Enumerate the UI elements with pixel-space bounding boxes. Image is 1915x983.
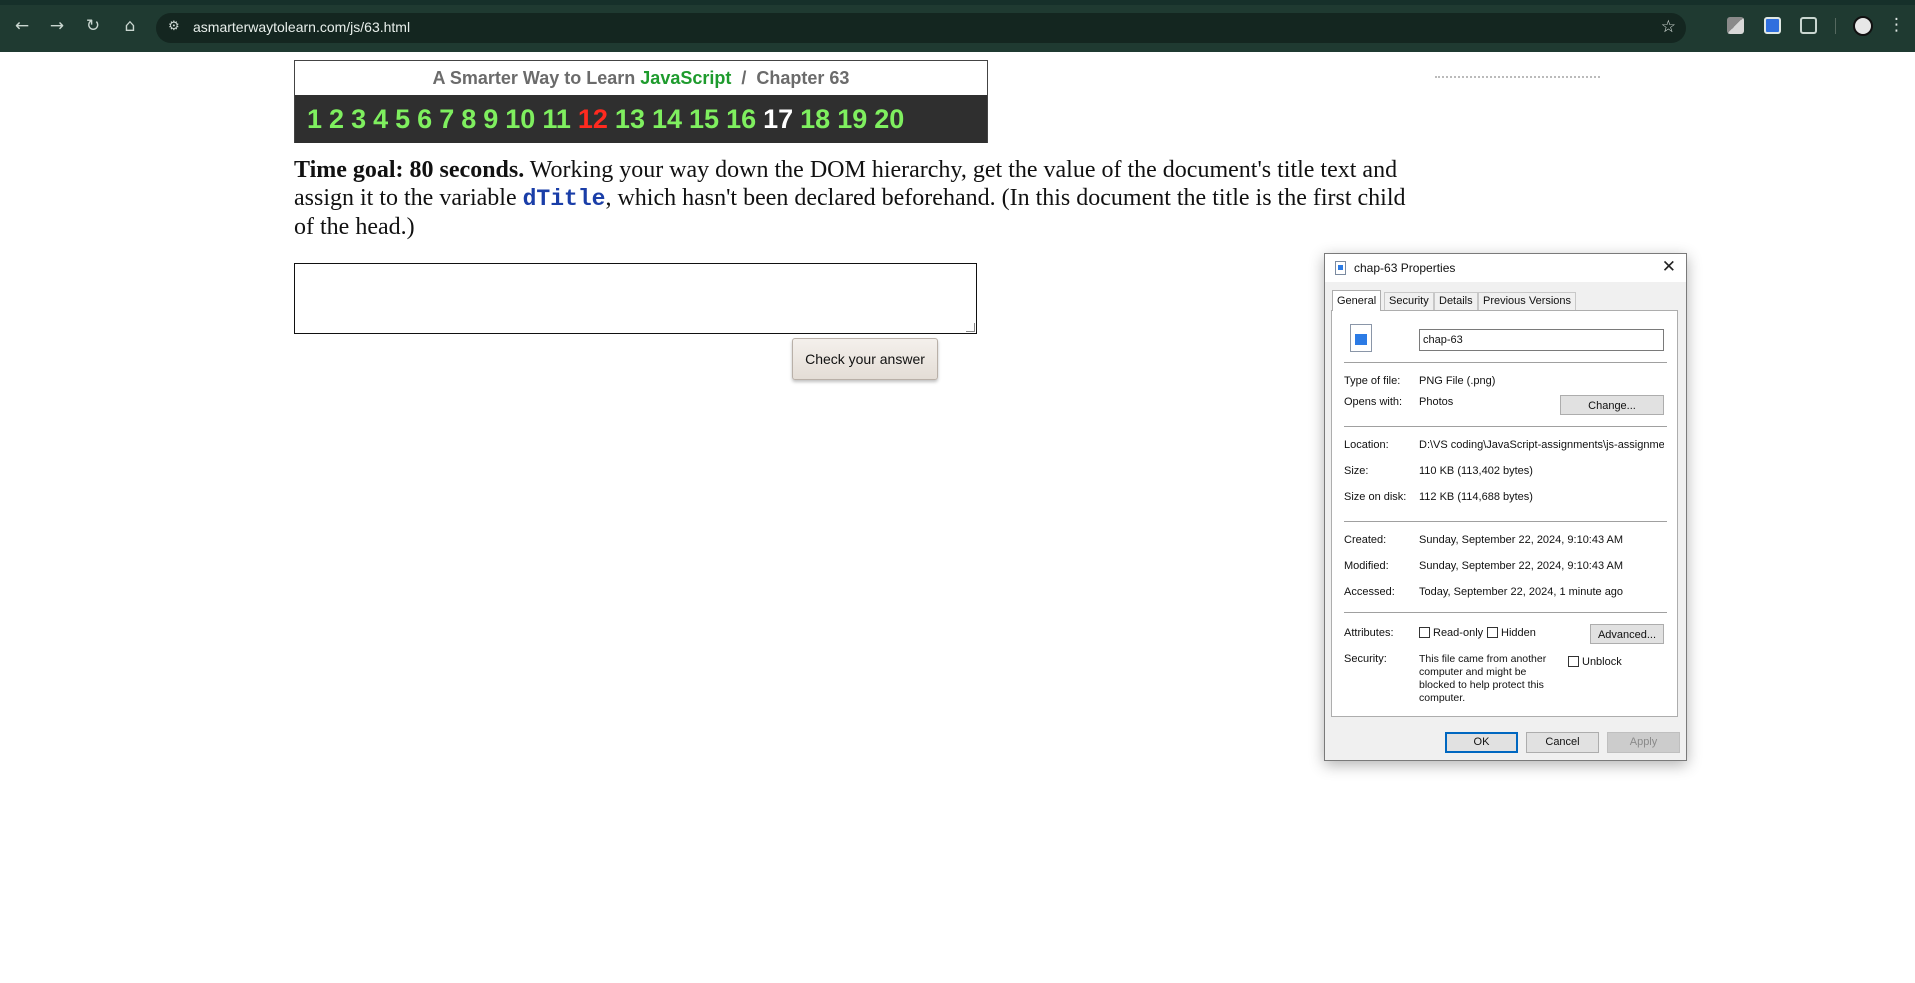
exercise-link[interactable]: 14	[652, 95, 682, 143]
back-icon[interactable]: ←	[12, 16, 32, 36]
tab-general[interactable]: General	[1332, 290, 1382, 311]
reload-icon[interactable]: ↻	[83, 16, 103, 36]
exercise-link[interactable]: 9	[483, 95, 498, 143]
chapter-label: Chapter 63	[756, 68, 850, 88]
security-label: Security:	[1344, 653, 1387, 665]
exercise-link[interactable]: 16	[726, 95, 756, 143]
hidden-label: Hidden	[1501, 627, 1536, 639]
exercise-link[interactable]: 12	[578, 95, 608, 143]
forward-icon[interactable]: →	[47, 16, 67, 36]
home-icon[interactable]: ⌂	[120, 16, 140, 36]
type-value: PNG File (.png)	[1419, 375, 1496, 387]
title-brand[interactable]: JavaScript	[640, 68, 731, 88]
exercise-link[interactable]: 11	[542, 95, 571, 143]
checkbox-icon[interactable]	[1568, 656, 1579, 667]
opens-with-label: Opens with:	[1344, 396, 1403, 408]
tab-strip	[0, 0, 1915, 5]
cancel-button[interactable]: Cancel	[1526, 732, 1599, 753]
bookmark-star-icon[interactable]: ☆	[1661, 17, 1676, 37]
url-text[interactable]: asmarterwaytolearn.com/js/63.html	[193, 19, 410, 35]
exercise-nav: 1 2 3 4 5 6 7 8 9 10 11 12 13 14 15 16 17 18 19 20	[295, 95, 987, 143]
chapter-header: A Smarter Way to Learn JavaScript / Chap…	[294, 60, 988, 143]
title-separator: /	[741, 68, 747, 88]
attributes-label: Attributes:	[1344, 627, 1394, 639]
modified-label: Modified:	[1344, 560, 1389, 572]
exercise-link[interactable]: 3	[351, 95, 366, 143]
exercise-link[interactable]: 13	[615, 95, 645, 143]
exercise-link[interactable]: 20	[874, 95, 904, 143]
properties-dialog: chap-63 Properties ✕ General Security De…	[1324, 253, 1687, 761]
exercise-link[interactable]: 15	[689, 95, 719, 143]
image-file-icon	[1350, 324, 1372, 352]
tab-details[interactable]: Details	[1434, 292, 1478, 310]
exercise-link[interactable]: 17	[763, 95, 793, 143]
exercise-link[interactable]: 1	[307, 95, 322, 143]
created-label: Created:	[1344, 534, 1387, 546]
readonly-checkbox[interactable]: Read-only	[1419, 627, 1483, 639]
exercise-link[interactable]: 10	[505, 95, 535, 143]
size-on-disk-label: Size on disk:	[1344, 491, 1407, 503]
location-label: Location:	[1344, 439, 1389, 451]
profile-avatar[interactable]	[1853, 16, 1873, 36]
dotted-rule	[1435, 76, 1600, 78]
exercise-link[interactable]: 2	[329, 95, 344, 143]
type-label: Type of file:	[1344, 375, 1401, 387]
divider	[1344, 426, 1667, 427]
apply-button[interactable]: Apply	[1607, 732, 1680, 753]
hidden-checkbox[interactable]: Hidden	[1487, 627, 1536, 639]
accessed-value: Today, September 22, 2024, 1 minute ago	[1419, 586, 1624, 598]
extension-icon[interactable]	[1727, 17, 1744, 34]
tab-security[interactable]: Security	[1384, 292, 1434, 310]
unblock-checkbox[interactable]: Unblock	[1568, 656, 1622, 668]
site-settings-icon[interactable]: ⚙	[168, 19, 184, 35]
change-button[interactable]: Change...	[1560, 395, 1664, 415]
time-goal: Time goal: 80 seconds.	[294, 157, 525, 183]
exercise-link[interactable]: 4	[373, 95, 388, 143]
toolbar-divider	[1835, 18, 1836, 34]
size-on-disk-value: 112 KB (114,688 bytes)	[1419, 491, 1533, 503]
variable-name: dTitle	[522, 186, 606, 212]
divider	[1344, 612, 1667, 613]
exercise-link[interactable]: 19	[837, 95, 867, 143]
modified-value: Sunday, September 22, 2024, 9:10:43 AM	[1419, 560, 1624, 572]
close-icon[interactable]: ✕	[1662, 257, 1676, 277]
address-bar[interactable]: ⚙ asmarterwaytolearn.com/js/63.html ☆	[156, 13, 1686, 43]
advanced-button[interactable]: Advanced...	[1590, 624, 1664, 644]
checkbox-icon[interactable]	[1419, 627, 1430, 638]
book-title: A Smarter Way to Learn JavaScript / Chap…	[295, 61, 987, 95]
exercise-link[interactable]: 6	[417, 95, 432, 143]
file-name-field[interactable]: chap-63	[1419, 329, 1664, 351]
answer-textarea[interactable]	[294, 263, 977, 334]
location-value: D:\VS coding\JavaScript-assignments\js-a…	[1419, 439, 1664, 451]
divider	[1344, 362, 1667, 363]
title-prefix: A Smarter Way to Learn	[432, 68, 636, 88]
general-panel: chap-63 Type of file: PNG File (.png) Op…	[1331, 310, 1678, 717]
opens-with-value: Photos	[1419, 396, 1454, 408]
tab-previous-versions[interactable]: Previous Versions	[1478, 292, 1577, 310]
file-icon	[1335, 261, 1346, 275]
created-value: Sunday, September 22, 2024, 9:10:43 AM	[1419, 534, 1624, 546]
checkbox-icon[interactable]	[1487, 627, 1498, 638]
dialog-title: chap-63 Properties	[1354, 261, 1456, 275]
exercise-instructions: Time goal: 80 seconds. Working your way …	[294, 156, 1414, 241]
size-value: 110 KB (113,402 bytes)	[1419, 465, 1533, 477]
ok-button[interactable]: OK	[1445, 732, 1518, 753]
extension-icon[interactable]	[1764, 17, 1781, 34]
exercise-link[interactable]: 18	[800, 95, 830, 143]
exercise-link[interactable]: 7	[439, 95, 454, 143]
exercise-link[interactable]: 5	[395, 95, 410, 143]
exercise-link[interactable]: 8	[461, 95, 476, 143]
dialog-titlebar[interactable]: chap-63 Properties ✕	[1325, 254, 1686, 282]
more-menu-icon[interactable]: ⋮	[1888, 15, 1905, 35]
security-warning: This file came from another computer and…	[1419, 653, 1547, 704]
readonly-label: Read-only	[1433, 627, 1484, 639]
divider	[1344, 521, 1667, 522]
size-label: Size:	[1344, 465, 1369, 477]
unblock-label: Unblock	[1582, 656, 1622, 668]
accessed-label: Accessed:	[1344, 586, 1395, 598]
browser-toolbar: ← → ↻ ⌂ ⚙ asmarterwaytolearn.com/js/63.h…	[0, 0, 1915, 52]
puzzle-icon[interactable]	[1800, 17, 1817, 34]
check-answer-button[interactable]: Check your answer	[792, 338, 938, 380]
